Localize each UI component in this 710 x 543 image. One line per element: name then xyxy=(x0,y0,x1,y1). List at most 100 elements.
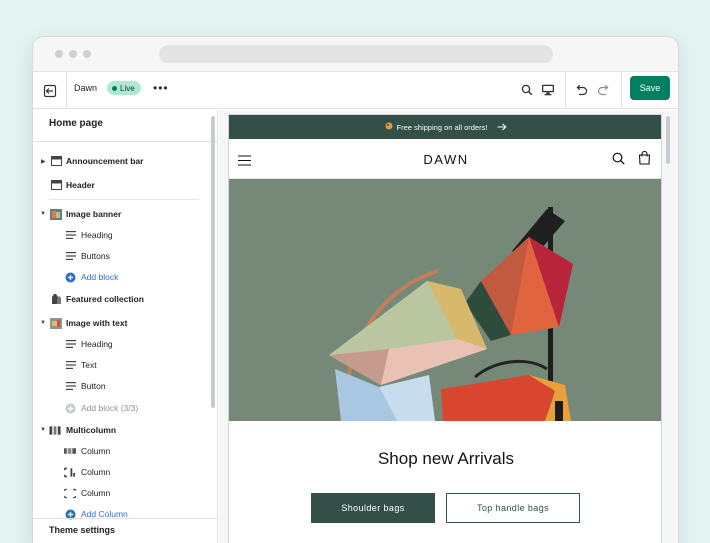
theme-settings-link[interactable]: Theme settings xyxy=(33,518,218,543)
add-block-button[interactable]: Add block xyxy=(33,268,203,286)
block-item-text[interactable]: Text xyxy=(33,356,203,374)
section-icon xyxy=(50,179,62,191)
top-handle-bags-button[interactable]: Top handle bags xyxy=(446,493,580,523)
store-header: DAWN xyxy=(229,139,661,179)
add-block-label: Add block (3/3) xyxy=(81,403,139,413)
block-item-buttons[interactable]: Buttons xyxy=(33,247,203,265)
cart-icon[interactable] xyxy=(638,150,651,170)
sidebar-item-announcement-bar[interactable]: ▶ Announcement bar xyxy=(33,152,203,170)
window-dot-minimize[interactable] xyxy=(69,50,77,58)
desktop-icon xyxy=(542,84,554,96)
image-banner-icon xyxy=(50,208,62,220)
column-thumbnail-icon xyxy=(64,445,76,457)
store-search-icon[interactable] xyxy=(612,152,625,170)
block-item-label: Heading xyxy=(81,230,113,240)
image-banner[interactable] xyxy=(229,179,661,421)
window-dot-close[interactable] xyxy=(55,50,63,58)
announcement-bar[interactable]: Free shipping on all orders! xyxy=(229,115,661,139)
sidebar-item-label: Image with text xyxy=(66,318,128,328)
add-block-button-disabled: Add block (3/3) xyxy=(33,399,203,417)
sidebar-item-label: Announcement bar xyxy=(66,156,144,166)
caret-down-icon[interactable]: ▼ xyxy=(40,211,46,217)
block-item-button[interactable]: Button xyxy=(33,377,203,395)
plus-circle-icon xyxy=(64,271,76,283)
toolbar-divider xyxy=(565,72,566,109)
block-item-label: Heading xyxy=(81,339,113,349)
announcement-text: Free shipping on all orders! xyxy=(396,122,488,132)
text-block-icon xyxy=(65,338,77,350)
collection-icon xyxy=(50,293,62,305)
status-badge-label: Live xyxy=(120,83,135,93)
sidebar-item-image-with-text[interactable]: ▼ Image with text xyxy=(33,314,203,332)
text-block-icon xyxy=(65,250,77,262)
search-icon xyxy=(521,84,533,96)
sidebar-item-featured-collection[interactable]: Featured collection xyxy=(33,290,203,308)
section-heading: Shop new Arrivals xyxy=(377,449,515,468)
section-divider xyxy=(49,199,199,200)
sections-sidebar: Home page ▶ Announcement bar Header ▼ Im… xyxy=(33,110,218,543)
block-item-column[interactable]: Column xyxy=(33,442,203,460)
sidebar-item-label: Featured collection xyxy=(66,294,144,304)
search-button[interactable] xyxy=(519,82,535,98)
sidebar-item-image-banner[interactable]: ▼ Image banner xyxy=(33,205,203,223)
plus-circle-icon xyxy=(64,402,76,414)
viewport-toggle-button[interactable] xyxy=(540,82,556,98)
store-logo[interactable]: DAWN xyxy=(229,152,661,167)
sidebar-item-header[interactable]: Header xyxy=(33,176,203,194)
column-thumbnail-icon xyxy=(64,487,76,499)
block-item-label: Button xyxy=(81,381,106,391)
store-preview: Free shipping on all orders! DAWN Shop n… xyxy=(228,114,662,543)
theme-name: Dawn xyxy=(74,83,98,93)
sidebar-item-label: Multicolumn xyxy=(66,425,117,435)
block-item-heading[interactable]: Heading xyxy=(33,226,203,244)
theme-settings-label: Theme settings xyxy=(49,525,116,535)
multicolumn-icon xyxy=(49,424,61,436)
tag-icon xyxy=(385,122,393,132)
editor-window: Dawn Live ••• Save Home page ▶ Announcem… xyxy=(32,36,679,543)
caret-down-icon[interactable]: ▼ xyxy=(40,427,46,433)
address-bar[interactable] xyxy=(159,45,553,63)
caret-down-icon[interactable]: ▼ xyxy=(40,320,46,326)
redo-button[interactable] xyxy=(596,82,612,98)
block-item-label: Buttons xyxy=(81,251,110,261)
save-button[interactable]: Save xyxy=(630,76,670,100)
sidebar-item-multicolumn[interactable]: ▼ Multicolumn xyxy=(33,421,203,439)
block-item-column[interactable]: Column xyxy=(33,463,203,481)
column-thumbnail-icon xyxy=(64,466,76,478)
section-icon xyxy=(50,155,62,167)
caret-right-icon[interactable]: ▶ xyxy=(41,158,46,165)
exit-icon xyxy=(43,84,56,97)
sidebar-scrollbar[interactable] xyxy=(211,116,215,408)
exit-button[interactable] xyxy=(33,72,67,109)
hero-bags-image xyxy=(229,179,661,421)
preview-scrollbar[interactable] xyxy=(666,116,670,164)
undo-button[interactable] xyxy=(573,82,589,98)
text-block-icon xyxy=(65,229,77,241)
live-dot-icon xyxy=(112,85,117,91)
sidebar-item-label: Header xyxy=(66,180,95,190)
block-item-label: Column xyxy=(81,467,111,477)
editor-toolbar: Dawn Live ••• Save xyxy=(33,71,678,109)
block-item-label: Column xyxy=(81,488,111,498)
block-item-label: Text xyxy=(81,360,97,370)
arrow-right-icon[interactable] xyxy=(497,123,508,131)
text-block-icon xyxy=(65,380,77,392)
status-badge: Live xyxy=(107,81,141,95)
browser-chrome xyxy=(33,37,678,71)
toolbar-divider xyxy=(621,72,622,109)
page-title[interactable]: Home page xyxy=(49,118,103,129)
redo-icon xyxy=(597,84,609,96)
store-preview-pane: Free shipping on all orders! DAWN Shop n… xyxy=(219,110,678,543)
undo-icon xyxy=(576,84,588,96)
block-item-column[interactable]: Column xyxy=(33,484,203,502)
more-actions-button[interactable]: ••• xyxy=(153,81,169,95)
divider xyxy=(33,141,218,142)
block-item-heading[interactable]: Heading xyxy=(33,335,203,353)
text-block-icon xyxy=(65,359,77,371)
shoulder-bags-button[interactable]: Shoulder bags xyxy=(311,493,435,523)
sidebar-item-label: Image banner xyxy=(66,209,122,219)
add-block-label: Add block xyxy=(81,272,119,282)
image-with-text-icon xyxy=(50,317,62,329)
block-item-label: Column xyxy=(81,446,111,456)
window-dot-maximize[interactable] xyxy=(83,50,91,58)
